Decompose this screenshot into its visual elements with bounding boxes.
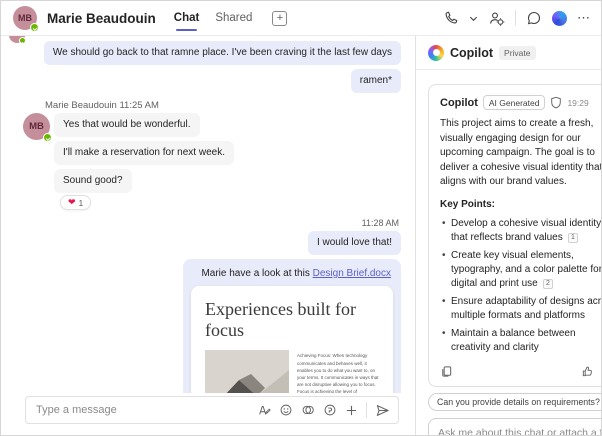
key-points-list: Develop a cohesive visual identity that … bbox=[440, 217, 602, 355]
message-received[interactable]: I'll make a reservation for next week. bbox=[54, 141, 234, 165]
doc-preview-body: Achieving Focus: When technology communi… bbox=[191, 348, 393, 393]
suggested-prompt-button[interactable]: Can you provide details on requirements? bbox=[428, 393, 602, 411]
header-actions: ⋯ bbox=[443, 10, 591, 27]
chat-column: We should go back to that ramne place. I… bbox=[1, 36, 416, 435]
ai-generated-badge: AI Generated bbox=[483, 95, 546, 110]
private-badge: Private bbox=[499, 46, 535, 60]
header-divider bbox=[515, 10, 516, 26]
call-button[interactable] bbox=[443, 10, 459, 26]
message-sent[interactable]: I would love that! bbox=[308, 231, 401, 255]
avatar[interactable]: MB bbox=[23, 113, 50, 140]
copilot-logo-icon bbox=[428, 45, 444, 61]
heart-reaction-icon: ❤ bbox=[68, 197, 76, 208]
compose-bar bbox=[1, 393, 415, 435]
doc-preview-text: Achieving Focus: When technology communi… bbox=[297, 350, 379, 393]
message-sent[interactable]: We should go back to that ramne place. I… bbox=[44, 41, 401, 65]
scrolled-avatar bbox=[9, 36, 25, 43]
copilot-panel: Copilot Private × Copilot AI Generated 1… bbox=[416, 36, 602, 435]
open-chat-icon[interactable] bbox=[526, 10, 542, 26]
suggestion-row: Can you provide details on requirements? bbox=[428, 387, 602, 418]
key-point: Ensure adaptability of designs across mu… bbox=[440, 295, 602, 323]
doc-preview-image bbox=[205, 350, 289, 393]
message-received[interactable]: Sound good? bbox=[54, 169, 132, 193]
avatar-initials: MB bbox=[29, 121, 44, 132]
key-point: Create key visual elements, typography, … bbox=[440, 249, 602, 291]
call-options-chevron-icon[interactable] bbox=[469, 14, 478, 23]
key-point: Maintain a balance between creativity an… bbox=[440, 327, 602, 355]
copilot-author: Copilot bbox=[440, 97, 478, 109]
message-sent-with-file[interactable]: Marie have a look at this Design Brief.d… bbox=[183, 259, 401, 393]
loop-icon[interactable] bbox=[301, 403, 315, 417]
file-link[interactable]: Design Brief.docx bbox=[313, 268, 391, 279]
presence-available-icon bbox=[43, 133, 52, 142]
copilot-message-card: Copilot AI Generated 19:29 This project … bbox=[428, 84, 602, 387]
copilot-input-box bbox=[428, 418, 602, 436]
reaction-pill[interactable]: ❤ 1 bbox=[60, 195, 91, 210]
avatar[interactable]: MB bbox=[13, 6, 37, 30]
page-title: Marie Beaudouin bbox=[47, 11, 156, 26]
message-received[interactable]: Yes that would be wonderful. bbox=[54, 113, 200, 137]
format-icon[interactable] bbox=[257, 403, 271, 417]
message-group: MB Yes that would be wonderful. I'll mak… bbox=[23, 113, 401, 210]
citation-chip[interactable]: 1 bbox=[568, 233, 579, 243]
main-area: We should go back to that ramne place. I… bbox=[1, 36, 601, 435]
compose-divider bbox=[366, 402, 367, 418]
message-input[interactable] bbox=[36, 404, 249, 416]
emoji-icon[interactable] bbox=[279, 403, 293, 417]
chat-header: MB Marie Beaudouin Chat Shared + bbox=[1, 1, 601, 36]
key-point: Develop a cohesive visual identity that … bbox=[440, 217, 602, 245]
tab-shared[interactable]: Shared bbox=[215, 1, 252, 35]
reaction-count: 1 bbox=[79, 198, 84, 208]
doc-preview-title: Experiences built for focus bbox=[191, 286, 393, 348]
key-points-label: Key Points: bbox=[440, 199, 602, 210]
teams-window: MB Marie Beaudouin Chat Shared + bbox=[0, 0, 602, 436]
chat-tabs: Chat Shared + bbox=[174, 1, 288, 35]
copilot-timestamp: 19:29 bbox=[567, 98, 588, 108]
message-list[interactable]: We should go back to that ramne place. I… bbox=[1, 36, 415, 393]
avatar-initials: MB bbox=[18, 13, 32, 23]
copilot-panel-header: Copilot Private × bbox=[416, 36, 602, 70]
compose-box bbox=[25, 396, 399, 424]
file-preview-card[interactable]: Experiences built for focus bbox=[191, 286, 393, 393]
presence-available-icon bbox=[19, 37, 26, 44]
copilot-panel-body: Copilot AI Generated 19:29 This project … bbox=[416, 70, 602, 435]
copilot-paragraph: This project aims to create a fresh, vis… bbox=[440, 117, 602, 190]
copilot-icon[interactable] bbox=[552, 11, 567, 26]
presence-available-icon bbox=[30, 23, 39, 32]
copilot-title: Copilot bbox=[450, 46, 493, 60]
sticker-icon[interactable] bbox=[323, 403, 337, 417]
timestamp: 11:28 AM bbox=[362, 218, 399, 228]
message-sent[interactable]: ramen* bbox=[351, 69, 401, 93]
add-tab-button[interactable]: + bbox=[272, 11, 287, 26]
tab-chat[interactable]: Chat bbox=[174, 1, 200, 35]
copilot-input[interactable] bbox=[438, 427, 602, 436]
citation-chip[interactable]: 2 bbox=[543, 279, 554, 289]
thumbs-up-icon[interactable] bbox=[581, 365, 594, 378]
more-options-button[interactable]: ⋯ bbox=[577, 10, 591, 26]
copy-icon[interactable] bbox=[440, 365, 453, 378]
add-people-button[interactable] bbox=[488, 10, 505, 27]
send-button[interactable] bbox=[375, 403, 390, 418]
attach-plus-icon[interactable] bbox=[345, 404, 358, 417]
share-text: Marie have a look at this Design Brief.d… bbox=[191, 267, 393, 286]
shield-icon bbox=[550, 96, 562, 109]
message-sender-meta: Marie Beaudouin 11:25 AM bbox=[45, 100, 401, 111]
